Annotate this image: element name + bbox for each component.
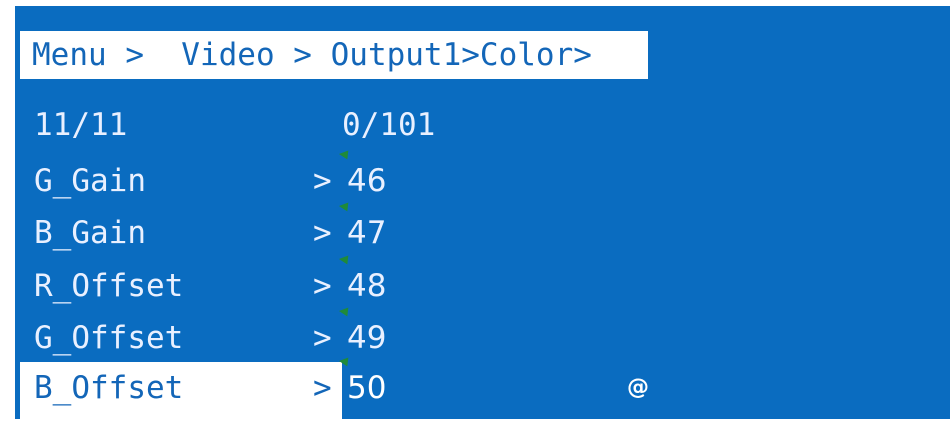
osd-screen: Menu > Video > Output1>Color> 11/11 0/10… xyxy=(15,6,950,419)
chevron-right-icon: > xyxy=(313,370,332,406)
menu-item-r-offset[interactable]: R_Offset > 48 xyxy=(20,255,950,312)
chevron-right-icon: > xyxy=(313,163,332,199)
chevron-right-icon: > xyxy=(313,215,332,251)
value-range: 0/101 xyxy=(342,107,436,143)
menu-item-value: 46 xyxy=(347,163,387,199)
menu-item-b-offset[interactable]: B_Offset > 50 @ xyxy=(20,357,950,419)
menu-item-label: G_Gain xyxy=(34,163,146,199)
menu-item-label: G_Offset xyxy=(34,320,184,356)
menu-item-label: B_Gain xyxy=(34,215,146,251)
menu-item-g-gain[interactable]: G_Gain > 46 xyxy=(20,150,950,207)
chevron-right-icon: > xyxy=(313,268,332,304)
breadcrumb: Menu > Video > Output1>Color> xyxy=(20,31,648,79)
menu-item-value: 50 xyxy=(347,370,387,406)
at-sign-icon: @ xyxy=(627,375,649,400)
menu-item-label: R_Offset xyxy=(34,268,184,304)
menu-item-label: B_Offset xyxy=(34,370,184,406)
chevron-right-icon: > xyxy=(313,320,332,356)
menu-item-value: 48 xyxy=(347,268,387,304)
counter-row: 11/11 0/101 xyxy=(20,99,950,151)
menu-item-value: 49 xyxy=(347,320,387,356)
menu-item-value: 47 xyxy=(347,215,387,251)
item-position: 11/11 xyxy=(34,107,128,143)
menu-item-g-offset[interactable]: G_Offset > 49 xyxy=(20,307,950,364)
menu-item-b-gain[interactable]: B_Gain > 47 xyxy=(20,202,950,259)
